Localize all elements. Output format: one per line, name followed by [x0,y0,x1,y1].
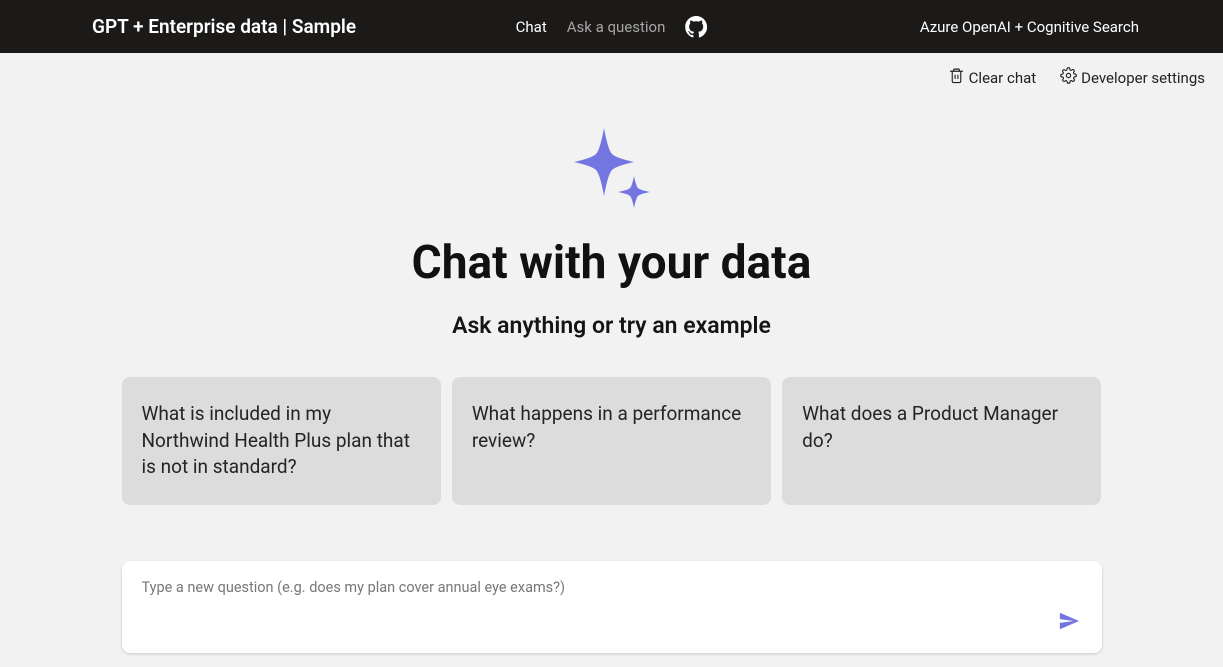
example-card[interactable]: What is included in my Northwind Health … [122,377,441,505]
developer-settings-button[interactable]: Developer settings [1060,67,1205,88]
example-card[interactable]: What does a Product Manager do? [782,377,1101,505]
clear-chat-label: Clear chat [969,69,1037,87]
app-header: GPT + Enterprise data | Sample Chat Ask … [0,0,1223,53]
send-button[interactable] [1054,606,1084,639]
sparkle-icon [562,120,662,220]
developer-settings-label: Developer settings [1081,69,1205,87]
send-icon [1058,620,1080,635]
nav-ask[interactable]: Ask a question [567,18,666,36]
main-content: Chat with your data Ask anything or try … [0,102,1223,653]
page-subhead: Ask anything or try an example [452,312,771,339]
trash-icon [948,67,965,88]
header-nav: Chat Ask a question [516,16,708,38]
page-headline: Chat with your data [412,236,812,290]
nav-chat[interactable]: Chat [516,18,547,36]
question-input-container [122,561,1102,653]
question-input[interactable] [142,577,1084,613]
gear-icon [1060,67,1077,88]
header-tagline: Azure OpenAI + Cognitive Search [920,18,1203,36]
app-title: GPT + Enterprise data | Sample [92,15,356,38]
example-list: What is included in my Northwind Health … [122,377,1102,505]
github-icon[interactable] [685,16,707,38]
clear-chat-button[interactable]: Clear chat [948,67,1037,88]
example-card[interactable]: What happens in a performance review? [452,377,771,505]
toolbar: Clear chat Developer settings [0,53,1223,102]
